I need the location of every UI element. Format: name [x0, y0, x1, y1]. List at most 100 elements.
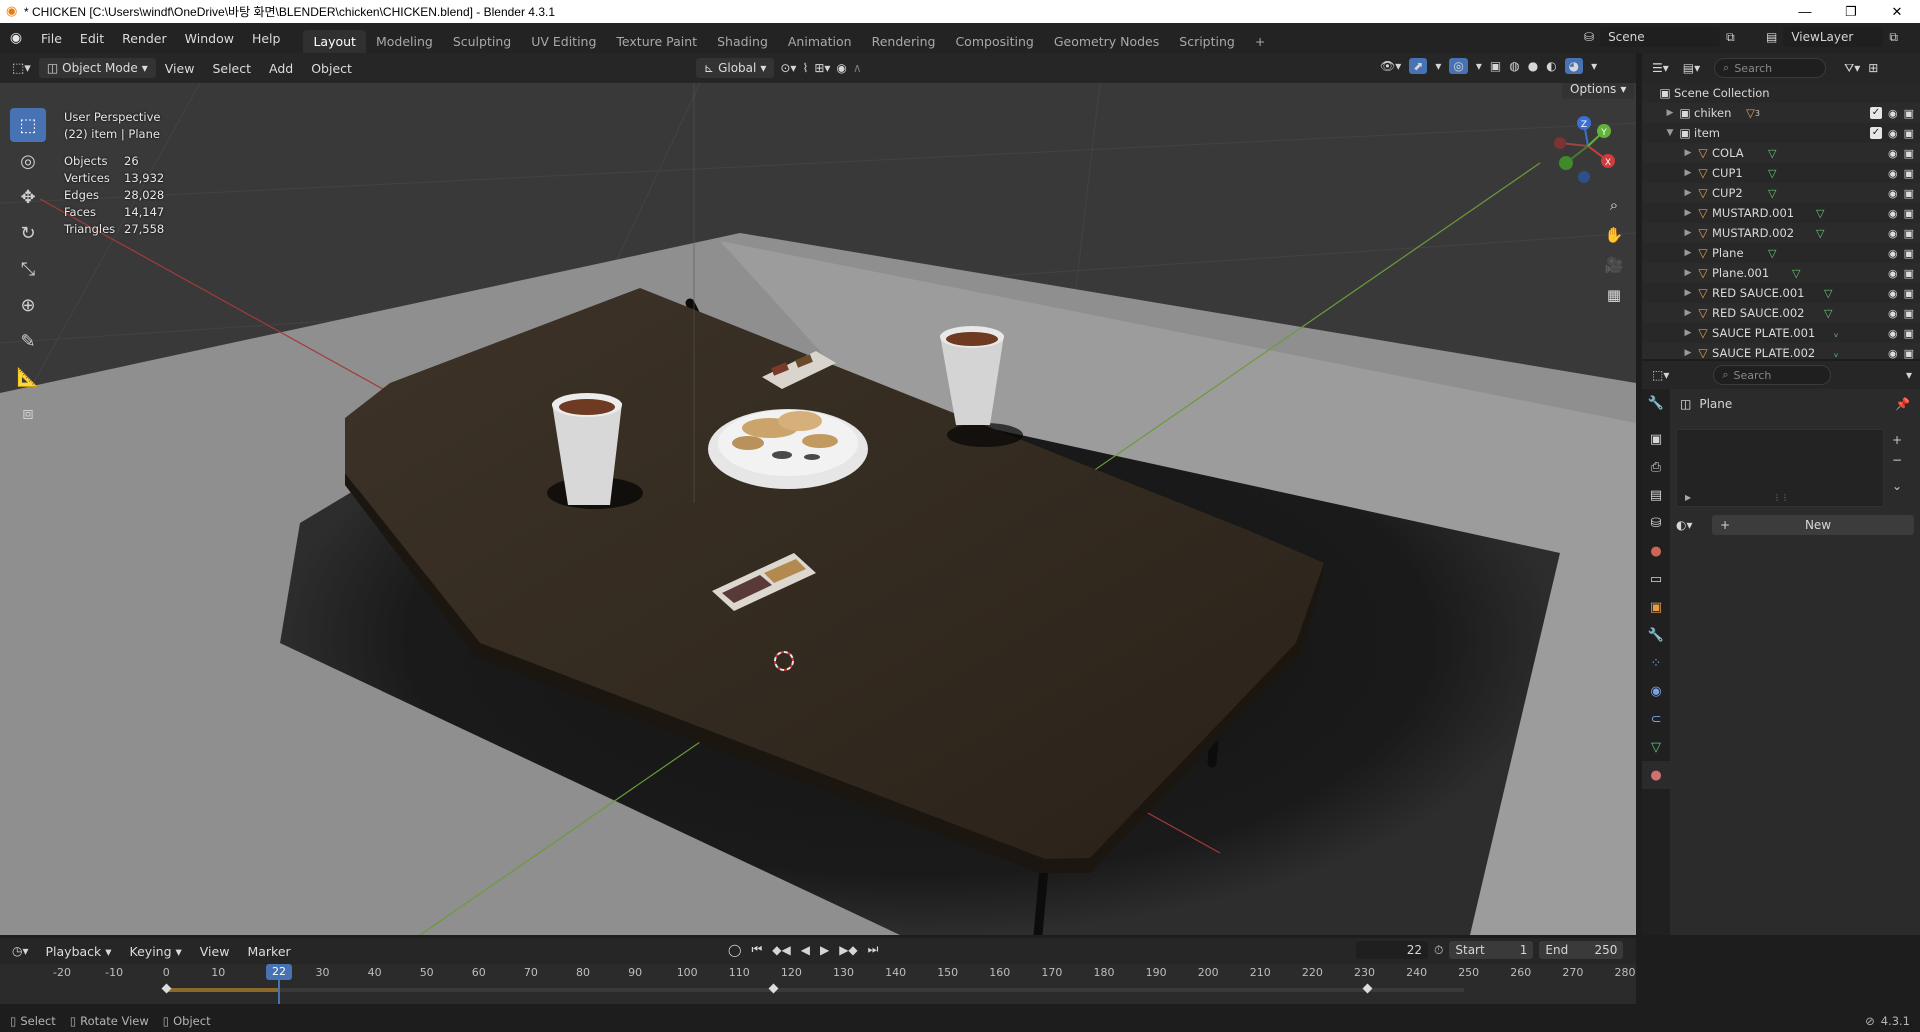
- display-mode-icon[interactable]: ▤▾: [1683, 61, 1700, 75]
- jump-end-icon[interactable]: ⏭: [868, 942, 879, 957]
- pivot-icon[interactable]: ⊙▾: [780, 61, 796, 75]
- minimize-icon[interactable]: —: [1782, 0, 1828, 23]
- timeline-ruler[interactable]: -20-100102030405060708090100110120130140…: [0, 966, 1636, 982]
- new-collection-icon[interactable]: ⊞: [1868, 61, 1878, 75]
- select-box-icon[interactable]: ⬚: [10, 108, 46, 142]
- eye-icon[interactable]: ◉: [1888, 287, 1898, 300]
- move-icon[interactable]: ✥: [10, 180, 46, 214]
- outliner-row-object[interactable]: ▶ ▽ CUP1 ▽ ◉ ▣: [1642, 163, 1920, 183]
- tab-layout[interactable]: Layout: [303, 30, 366, 53]
- material-shading-icon[interactable]: ◐: [1546, 59, 1556, 73]
- exclude-checkbox[interactable]: ✓: [1869, 126, 1882, 139]
- chevron-down-icon[interactable]: ▼: [1664, 128, 1676, 138]
- outliner-row-object[interactable]: ▶ ▽ Plane ▽ ◉ ▣: [1642, 243, 1920, 263]
- menu-file[interactable]: File: [32, 31, 71, 46]
- camera-icon[interactable]: ▣: [1904, 207, 1914, 220]
- chevron-right-icon[interactable]: ▶: [1682, 148, 1694, 158]
- jump-prev-keyframe-icon[interactable]: ◆◀: [772, 943, 790, 957]
- eye-icon[interactable]: ◉: [1888, 167, 1898, 180]
- physics-tab-icon[interactable]: ◉: [1642, 677, 1670, 705]
- chevron-right-icon[interactable]: ▶: [1682, 288, 1694, 298]
- playhead-frame-label[interactable]: 22: [266, 964, 292, 980]
- measure-icon[interactable]: 📐: [10, 360, 46, 394]
- camera-icon[interactable]: ▣: [1904, 107, 1914, 120]
- blender-menu-icon[interactable]: ◉: [0, 30, 32, 46]
- pan-hand-icon[interactable]: ✋: [1600, 221, 1628, 249]
- outliner-row-object[interactable]: ▶ ▽ SAUCE PLATE.001 ᵥ ◉ ▣: [1642, 323, 1920, 343]
- scene-tab-icon[interactable]: ⛁: [1642, 509, 1670, 537]
- chevron-right-icon[interactable]: ▶: [1682, 188, 1694, 198]
- wireframe-shading-icon[interactable]: ◍: [1509, 59, 1519, 73]
- eye-icon[interactable]: ◉: [1888, 207, 1898, 220]
- tab-animation[interactable]: Animation: [778, 30, 862, 53]
- viewport-menu-select[interactable]: Select: [203, 61, 260, 76]
- outliner-row-object[interactable]: ▶ ▽ COLA ▽ ◉ ▣: [1642, 143, 1920, 163]
- outliner-row-object[interactable]: ▶ ▽ CUP2 ▽ ◉ ▣: [1642, 183, 1920, 203]
- proportional-edit-icon[interactable]: ◉: [836, 61, 846, 75]
- camera-icon[interactable]: ▣: [1904, 187, 1914, 200]
- visibility-icon[interactable]: 👁▾: [1380, 59, 1401, 73]
- chevron-right-icon[interactable]: ▶: [1682, 208, 1694, 218]
- tab-rendering[interactable]: Rendering: [862, 30, 946, 53]
- outliner-editor-icon[interactable]: ☰▾: [1652, 61, 1669, 75]
- material-slot-list[interactable]: ▶ ⋮⋮: [1676, 429, 1884, 507]
- editor-type-icon[interactable]: ⬚▾: [12, 61, 31, 76]
- play-icon[interactable]: ▶: [820, 943, 829, 957]
- gizmo-toggle-icon[interactable]: ⬈: [1409, 58, 1428, 74]
- viewport-menu-add[interactable]: Add: [260, 61, 302, 76]
- new-view-layer-icon[interactable]: ⧉: [1889, 30, 1898, 45]
- chevron-right-icon[interactable]: ▶: [1682, 228, 1694, 238]
- scene-selector[interactable]: Scene: [1600, 27, 1721, 47]
- scene-icon[interactable]: ⛁: [1584, 30, 1594, 44]
- play-reverse-icon[interactable]: ◀: [801, 943, 810, 957]
- rotate-icon[interactable]: ↻: [10, 216, 46, 250]
- collection-tab-icon[interactable]: ▭: [1642, 565, 1670, 593]
- tab-compositing[interactable]: Compositing: [945, 30, 1043, 53]
- perspective-toggle-icon[interactable]: ▦: [1600, 281, 1628, 309]
- chevron-right-icon[interactable]: ▶: [1682, 328, 1694, 338]
- camera-icon[interactable]: ▣: [1904, 327, 1914, 340]
- pin-icon[interactable]: 📌: [1895, 397, 1910, 411]
- tab-sculpting[interactable]: Sculpting: [443, 30, 521, 53]
- eye-icon[interactable]: ◉: [1888, 187, 1898, 200]
- chevron-right-icon[interactable]: ▶: [1682, 168, 1694, 178]
- auto-keying-icon[interactable]: ◯: [728, 943, 741, 957]
- tool-tab-icon[interactable]: 🔧: [1642, 389, 1670, 417]
- menu-edit[interactable]: Edit: [71, 31, 113, 46]
- overlay-toggle-icon[interactable]: ◎: [1449, 58, 1468, 74]
- start-frame-field[interactable]: Start 1: [1449, 941, 1534, 959]
- eye-icon[interactable]: ◉: [1888, 327, 1898, 340]
- options-button[interactable]: Options ▾: [1562, 83, 1635, 99]
- viewport-menu-object[interactable]: Object: [302, 61, 361, 76]
- camera-icon[interactable]: ▣: [1904, 127, 1914, 140]
- outliner-row-object[interactable]: ▶ ▽ MUSTARD.002 ▽ ◉ ▣: [1642, 223, 1920, 243]
- material-tab-icon[interactable]: ●: [1642, 761, 1670, 789]
- object-tab-icon[interactable]: ▣: [1642, 593, 1670, 621]
- transform-orientation-selector[interactable]: ⊾ Global ▾: [696, 58, 775, 78]
- chevron-right-icon[interactable]: ▶: [1682, 348, 1694, 358]
- eye-icon[interactable]: ◉: [1888, 267, 1898, 280]
- jump-next-keyframe-icon[interactable]: ▶◆: [839, 943, 857, 957]
- camera-icon[interactable]: ▣: [1904, 347, 1914, 360]
- gizmo-options-icon[interactable]: ▾: [1435, 59, 1441, 73]
- add-cube-icon[interactable]: ⧈: [10, 396, 46, 430]
- menu-help[interactable]: Help: [243, 31, 290, 46]
- new-material-button[interactable]: + New: [1712, 515, 1914, 535]
- modifier-tab-icon[interactable]: 🔧: [1642, 621, 1670, 649]
- properties-editor-icon[interactable]: ⬚▾: [1652, 368, 1669, 382]
- remove-slot-icon[interactable]: −: [1892, 453, 1902, 467]
- chevron-right-icon[interactable]: ▶: [1682, 248, 1694, 258]
- chevron-down-icon[interactable]: ▾: [1906, 368, 1912, 382]
- camera-icon[interactable]: ▣: [1904, 307, 1914, 320]
- outliner-row-object[interactable]: ▶ ▽ SAUCE PLATE.002 ᵥ ◉ ▣: [1642, 343, 1920, 359]
- annotate-icon[interactable]: ✎: [10, 324, 46, 358]
- add-slot-icon[interactable]: +: [1892, 433, 1902, 447]
- camera-icon[interactable]: ▣: [1904, 267, 1914, 280]
- overlay-options-icon[interactable]: ▾: [1476, 59, 1482, 73]
- add-workspace-button[interactable]: +: [1245, 30, 1275, 53]
- preview-range-icon[interactable]: ⏱: [1434, 943, 1443, 958]
- tab-shading[interactable]: Shading: [707, 30, 778, 53]
- snap-icon[interactable]: ⌇: [802, 61, 808, 75]
- slot-menu-icon[interactable]: ⌄: [1892, 479, 1902, 493]
- 3d-viewport[interactable]: Z X Y User Perspective (22) item | Plane…: [0, 83, 1636, 935]
